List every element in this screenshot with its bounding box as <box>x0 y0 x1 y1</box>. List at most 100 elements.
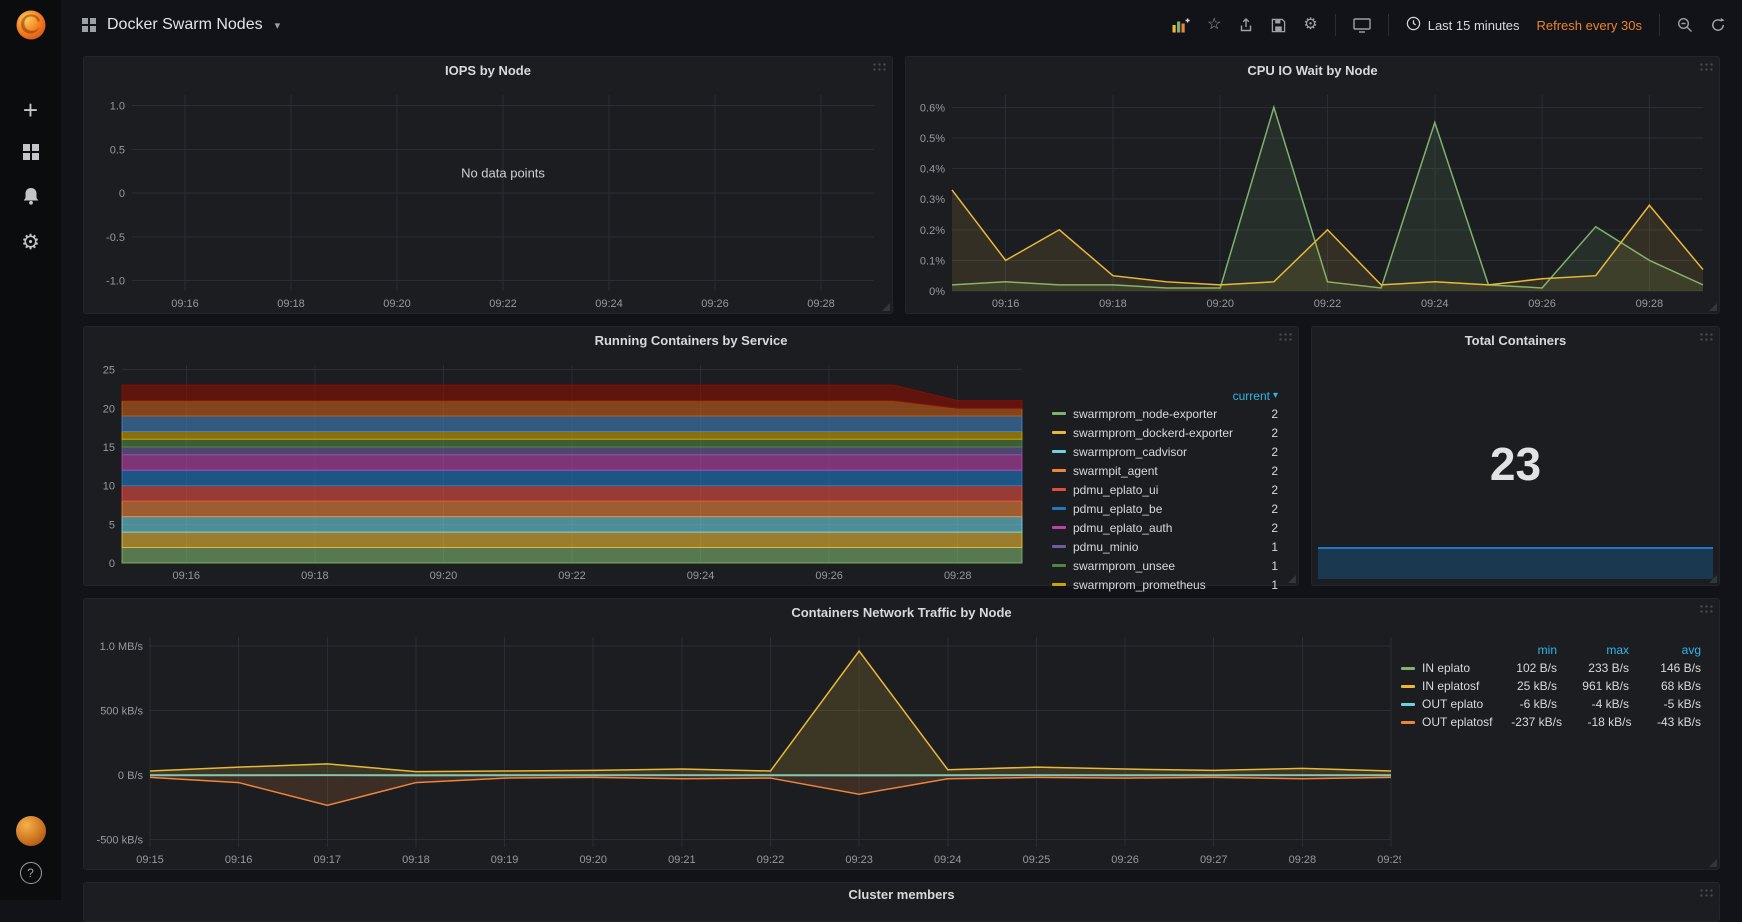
star-icon[interactable]: ☆ <box>1207 17 1221 33</box>
svg-text:09:24: 09:24 <box>595 298 623 310</box>
dashboards-grid-icon[interactable] <box>81 17 97 33</box>
plus-icon: + <box>23 97 38 123</box>
panel-drag-dots-icon[interactable] <box>1699 604 1713 613</box>
svg-text:0.6%: 0.6% <box>920 102 945 114</box>
legend-item[interactable]: pdmu_minio1 <box>1052 537 1292 556</box>
sidebar-item-create[interactable]: + <box>0 88 61 132</box>
sidebar-item-alerting[interactable] <box>0 176 61 220</box>
svg-text:25: 25 <box>103 365 115 377</box>
panel-title[interactable]: Containers Network Traffic by Node <box>84 599 1719 625</box>
panel-title[interactable]: IOPS by Node <box>84 57 892 83</box>
svg-text:20: 20 <box>103 403 115 415</box>
panel-drag-dots-icon[interactable] <box>1699 332 1713 341</box>
series-color-dash <box>1401 721 1415 724</box>
series-color-dash <box>1401 703 1415 706</box>
series-name[interactable]: OUT eplatosf <box>1401 715 1492 729</box>
dashboard-row: IOPS by Node 1.00.50-0.5-1.009:1609:1809… <box>83 56 1720 314</box>
containers-stacked-chart[interactable]: 051015202509:1609:1809:2009:2209:2409:26… <box>84 353 1048 585</box>
containers-legend: current ▾ swarmprom_node-exporter2swarmp… <box>1048 353 1298 585</box>
series-current-value: 2 <box>1271 464 1278 478</box>
legend-item[interactable]: swarmprom_node-exporter2 <box>1052 404 1292 423</box>
series-max: -18 kB/s <box>1562 715 1632 729</box>
dashboard: IOPS by Node 1.00.50-0.5-1.009:1609:1809… <box>61 50 1742 922</box>
svg-text:09:20: 09:20 <box>430 570 458 582</box>
dashboard-title[interactable]: Docker Swarm Nodes <box>107 16 263 34</box>
series-max: 961 kB/s <box>1557 679 1629 693</box>
series-color-dash <box>1052 583 1066 586</box>
svg-text:15: 15 <box>103 442 115 454</box>
svg-text:09:16: 09:16 <box>173 570 201 582</box>
svg-text:09:16: 09:16 <box>171 298 199 310</box>
series-min: 25 kB/s <box>1485 679 1557 693</box>
gear-icon: ⚙ <box>21 232 40 253</box>
panel-resize-handle[interactable] <box>1709 575 1717 583</box>
dashboards-grid-icon <box>22 143 40 166</box>
series-name: pdmu_eplato_auth <box>1073 521 1172 535</box>
legend-item[interactable]: pdmu_eplato_be2 <box>1052 499 1292 518</box>
legend-col-min[interactable]: min <box>1485 643 1557 657</box>
zoom-out-icon[interactable] <box>1677 17 1693 33</box>
svg-text:09:18: 09:18 <box>1099 298 1127 310</box>
svg-text:0.5%: 0.5% <box>920 133 945 145</box>
series-name[interactable]: IN eplato <box>1401 661 1485 675</box>
series-color-dash <box>1401 667 1415 670</box>
share-icon[interactable] <box>1238 17 1254 33</box>
series-name[interactable]: IN eplatosf <box>1401 679 1485 693</box>
refresh-icon[interactable] <box>1710 17 1726 33</box>
panel-title[interactable]: CPU IO Wait by Node <box>906 57 1719 83</box>
dashboard-row: Running Containers by Service 0510152025… <box>83 326 1720 586</box>
sidebar-bottom: ? <box>16 816 46 900</box>
total-containers-value: 23 <box>1312 437 1719 491</box>
panel-resize-handle[interactable] <box>1288 575 1296 583</box>
dashboard-row: Containers Network Traffic by Node 1.0 M… <box>83 598 1720 870</box>
add-panel-icon[interactable] <box>1172 17 1190 33</box>
sidebar-item-dashboards[interactable] <box>0 132 61 176</box>
panel-title[interactable]: Total Containers <box>1312 327 1719 353</box>
panel-drag-dots-icon[interactable] <box>1278 332 1292 341</box>
series-min: -6 kB/s <box>1485 697 1557 711</box>
network-traffic-chart[interactable]: 1.0 MB/s500 kB/s0 B/s-500 kB/s09:1509:16… <box>84 625 1401 869</box>
panel-drag-dots-icon[interactable] <box>1699 888 1713 897</box>
svg-text:09:26: 09:26 <box>1111 854 1139 866</box>
sidebar-item-configuration[interactable]: ⚙ <box>0 220 61 264</box>
svg-text:09:22: 09:22 <box>757 854 785 866</box>
iops-chart[interactable]: 1.00.50-0.5-1.009:1609:1809:2009:2209:24… <box>84 83 892 313</box>
settings-gear-icon[interactable]: ⚙ <box>1303 17 1317 33</box>
legend-col-max[interactable]: max <box>1557 643 1629 657</box>
series-name[interactable]: OUT eplato <box>1401 697 1485 711</box>
legend-item[interactable]: pdmu_eplato_auth2 <box>1052 518 1292 537</box>
series-avg: -43 kB/s <box>1631 715 1701 729</box>
legend-item[interactable]: swarmprom_unsee1 <box>1052 556 1292 575</box>
svg-text:09:18: 09:18 <box>277 298 305 310</box>
panel-title[interactable]: Running Containers by Service <box>84 327 1298 353</box>
svg-text:09:22: 09:22 <box>489 298 517 310</box>
refresh-interval-label[interactable]: Refresh every 30s <box>1537 18 1643 33</box>
panel-resize-handle[interactable] <box>882 303 890 311</box>
cpu-io-wait-chart[interactable]: 0%0.1%0.2%0.3%0.4%0.5%0.6%09:1609:1809:2… <box>906 83 1719 313</box>
save-icon[interactable] <box>1271 18 1286 33</box>
legend-item[interactable]: pdmu_eplato_ui2 <box>1052 480 1292 499</box>
legend-item[interactable]: swarmprom_cadvisor2 <box>1052 442 1292 461</box>
legend-item[interactable]: swarmprom_prometheus1 <box>1052 575 1292 594</box>
time-range-picker[interactable]: Last 15 minutes <box>1406 16 1520 34</box>
series-avg: 68 kB/s <box>1629 679 1701 693</box>
legend-item[interactable]: swarmpit_agent2 <box>1052 461 1292 480</box>
legend-item[interactable]: swarmprom_dockerd-exporter2 <box>1052 423 1292 442</box>
grafana-logo[interactable] <box>14 8 48 42</box>
panel-drag-dots-icon[interactable] <box>872 62 886 71</box>
panel-resize-handle[interactable] <box>1709 303 1717 311</box>
svg-text:09:28: 09:28 <box>807 298 835 310</box>
legend-item: IN eplato102 B/s233 B/s146 B/s <box>1401 659 1701 677</box>
panel-drag-dots-icon[interactable] <box>1699 62 1713 71</box>
help-icon[interactable]: ? <box>20 862 42 884</box>
cycle-view-icon[interactable] <box>1353 17 1371 33</box>
series-name: pdmu_minio <box>1073 540 1138 554</box>
legend-col-avg[interactable]: avg <box>1629 643 1701 657</box>
grafana-app: + ⚙ ? <box>0 0 1742 900</box>
panel-resize-handle[interactable] <box>1709 859 1717 867</box>
legend-sort-header[interactable]: current ▾ <box>1052 387 1292 404</box>
panel-title[interactable]: Cluster members <box>84 883 1719 905</box>
series-name: swarmprom_prometheus <box>1073 578 1206 592</box>
avatar[interactable] <box>16 816 46 846</box>
series-current-value: 1 <box>1271 559 1278 573</box>
